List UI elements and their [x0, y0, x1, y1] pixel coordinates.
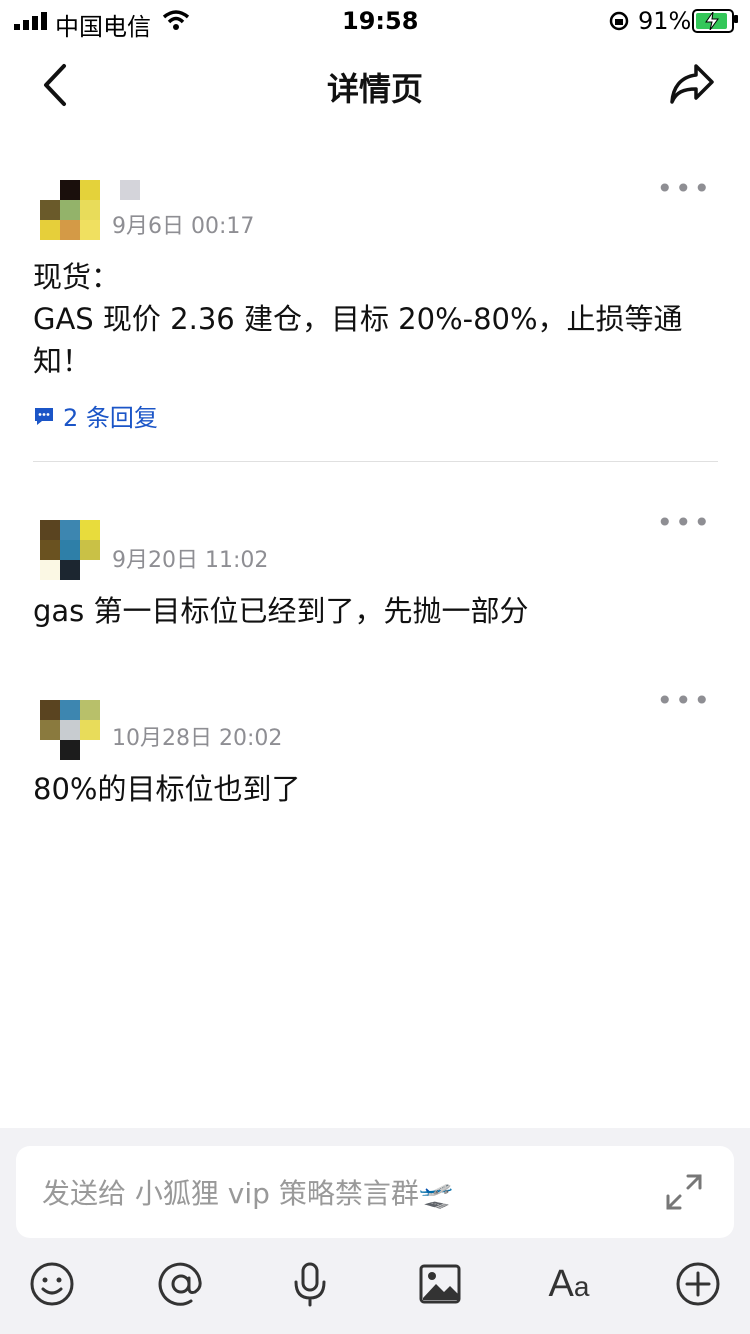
- carrier-label: 中国电信: [55, 13, 151, 41]
- status-bar: 中国电信 19:58 91%: [0, 0, 750, 41]
- replies-count: 2 条回复: [63, 404, 158, 432]
- replies-link[interactable]: 2 条回复: [33, 398, 158, 433]
- post-date: 10月28日 20:02: [112, 726, 283, 751]
- username-redacted: [120, 180, 140, 200]
- comment-icon: [35, 407, 53, 425]
- post-item: 9月6日 00:17 ••• 现货： GAS 现价 2.36 建仓，目标 20%…: [0, 172, 750, 472]
- more-icon[interactable]: •••: [656, 172, 712, 205]
- clock: 19:58: [342, 7, 419, 35]
- avatar[interactable]: [40, 520, 100, 580]
- wifi-icon: [162, 10, 190, 30]
- composer-toolbar: Aa: [0, 1256, 750, 1326]
- battery-cap: [734, 15, 738, 23]
- battery-icon: [692, 9, 734, 33]
- image-icon[interactable]: [412, 1256, 468, 1312]
- page-title: 详情页: [326, 70, 423, 108]
- post-item: 10月28日 20:02 ••• 80%的目标位也到了: [0, 684, 750, 814]
- post-date: 9月6日 00:17: [112, 214, 255, 239]
- divider: [33, 461, 718, 462]
- message-input[interactable]: 发送给 小狐狸 vip 策略禁言群🛫: [16, 1146, 734, 1238]
- share-icon[interactable]: [668, 62, 716, 106]
- input-placeholder: 发送给 小狐狸 vip 策略禁言群🛫: [42, 1177, 454, 1210]
- rotation-lock-icon: [609, 11, 629, 31]
- navigation-bar: 详情页: [0, 44, 750, 128]
- post-content: gas 第一目标位已经到了，先抛一部分: [33, 594, 529, 628]
- mic-icon[interactable]: [282, 1256, 338, 1312]
- signal-icon: [14, 12, 47, 30]
- post-item: 9月20日 11:02 ••• gas 第一目标位已经到了，先抛一部分: [0, 506, 750, 636]
- more-icon[interactable]: •••: [656, 684, 712, 717]
- post-date: 9月20日 11:02: [112, 548, 269, 573]
- more-icon[interactable]: •••: [656, 506, 712, 539]
- at-icon[interactable]: [153, 1256, 209, 1312]
- battery-percent: 91%: [638, 7, 692, 35]
- plus-circle-icon[interactable]: [670, 1256, 726, 1312]
- avatar[interactable]: [40, 180, 100, 240]
- composer-area: 发送给 小狐狸 vip 策略禁言群🛫 Aa: [0, 1128, 750, 1334]
- text-format-icon[interactable]: Aa: [541, 1256, 597, 1312]
- post-content: 现货： GAS 现价 2.36 建仓，目标 20%-80%，止损等通知！: [33, 260, 683, 378]
- emoji-icon[interactable]: [24, 1256, 80, 1312]
- avatar[interactable]: [40, 700, 100, 760]
- post-content: 80%的目标位也到了: [33, 772, 301, 806]
- expand-icon[interactable]: [664, 1172, 704, 1212]
